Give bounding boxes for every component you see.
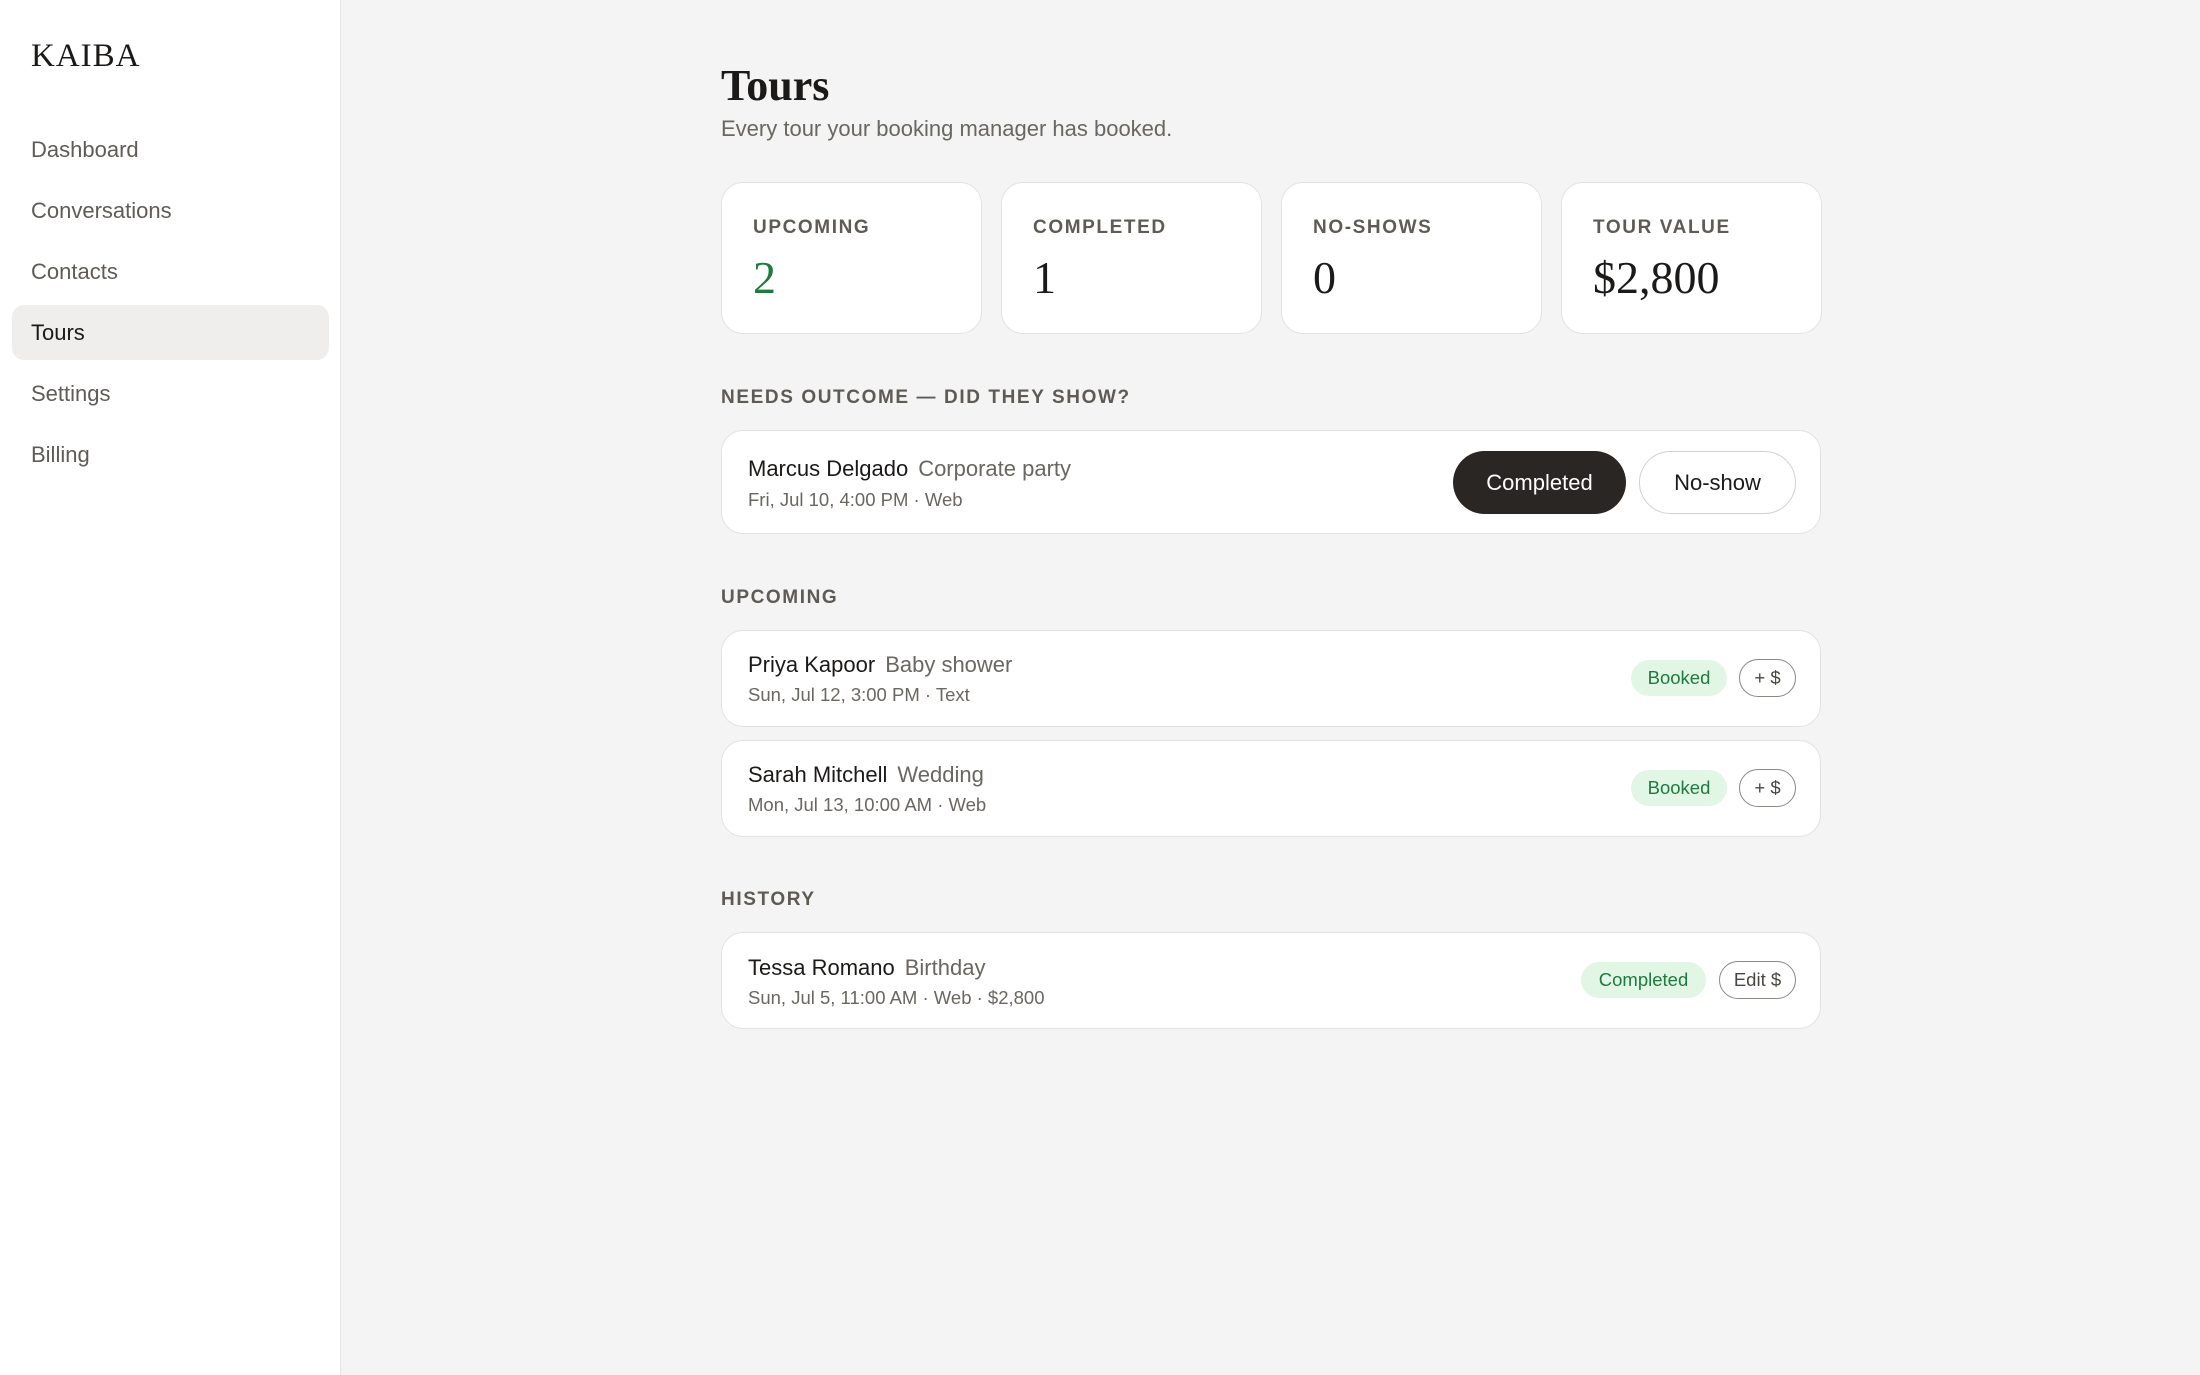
tour-meta: Fri, Jul 10, 4:00 PM · Web: [748, 489, 963, 510]
brand-logo: KAIBA: [31, 38, 141, 74]
section-label-needs-outcome: NEEDS OUTCOME — DID THEY SHOW?: [721, 387, 1131, 408]
add-value-button[interactable]: + $: [1739, 769, 1796, 807]
tour-guest-name: Priya Kapoor: [748, 652, 876, 677]
sidebar-item-tours[interactable]: Tours: [12, 305, 329, 360]
sidebar-nav: Dashboard Conversations Contacts Tours S…: [12, 122, 329, 488]
page-title: Tours: [721, 61, 830, 110]
tour-event-type: Baby shower: [885, 652, 1013, 677]
status-badge: Booked: [1631, 770, 1727, 806]
tour-meta: Sun, Jul 5, 11:00 AM · Web · $2,800: [748, 987, 1045, 1008]
outcome-card: Marcus Delgado Corporate party Fri, Jul 1…: [721, 430, 1821, 534]
stat-label: NO-SHOWS: [1313, 217, 1433, 238]
stat-card-completed: COMPLETED 1: [1001, 182, 1262, 334]
tour-name-line: Marcus Delgado Corporate party: [748, 456, 1071, 482]
stats-row: UPCOMING 2 COMPLETED 1 NO-SHOWS 0 TOUR V…: [721, 182, 1822, 334]
tour-guest-name: Tessa Romano: [748, 955, 895, 980]
tour-name-line: Priya Kapoor Baby shower: [748, 652, 1012, 678]
status-badge: Completed: [1581, 962, 1706, 998]
list-item[interactable]: Sarah Mitchell Wedding Mon, Jul 13, 10:00…: [721, 740, 1821, 837]
sidebar-item-contacts[interactable]: Contacts: [12, 244, 329, 299]
sidebar-item-dashboard[interactable]: Dashboard: [12, 122, 329, 177]
tour-meta: Sun, Jul 12, 3:00 PM · Text: [748, 684, 970, 705]
mark-completed-button[interactable]: Completed: [1453, 451, 1626, 514]
tour-event-type: Corporate party: [918, 456, 1072, 481]
stat-label: COMPLETED: [1033, 217, 1167, 238]
tour-event-type: Wedding: [897, 762, 984, 787]
tour-name-line: Sarah Mitchell Wedding: [748, 762, 984, 788]
section-label-history: HISTORY: [721, 889, 816, 910]
tour-name-line: Tessa Romano Birthday: [748, 955, 985, 981]
stat-card-upcoming: UPCOMING 2: [721, 182, 982, 334]
stat-value: 0: [1313, 252, 1336, 303]
stat-label: UPCOMING: [753, 217, 871, 238]
stat-value: 1: [1033, 252, 1056, 303]
page-subtitle: Every tour your booking manager has book…: [721, 116, 1173, 141]
tour-guest-name: Sarah Mitchell: [748, 762, 888, 787]
stat-card-no-shows: NO-SHOWS 0: [1281, 182, 1542, 334]
section-label-upcoming: UPCOMING: [721, 587, 839, 608]
tour-meta: Mon, Jul 13, 10:00 AM · Web: [748, 794, 987, 815]
sidebar-item-billing[interactable]: Billing: [12, 427, 329, 482]
sidebar-item-conversations[interactable]: Conversations: [12, 183, 329, 238]
stat-value: $2,800: [1593, 252, 1720, 303]
stat-card-tour-value: TOUR VALUE $2,800: [1561, 182, 1822, 334]
list-item[interactable]: Priya Kapoor Baby shower Sun, Jul 12, 3:0…: [721, 630, 1821, 727]
stat-value: 2: [753, 252, 776, 303]
stat-label: TOUR VALUE: [1593, 217, 1731, 238]
edit-value-button[interactable]: Edit $: [1719, 961, 1796, 999]
status-badge: Booked: [1631, 660, 1727, 696]
sidebar: KAIBA Dashboard Conversations Contacts T…: [0, 0, 341, 1375]
tour-event-type: Birthday: [904, 955, 986, 980]
mark-no-show-button[interactable]: No-show: [1639, 451, 1796, 514]
sidebar-item-settings[interactable]: Settings: [12, 366, 329, 421]
list-item[interactable]: Tessa Romano Birthday Sun, Jul 5, 11:00 A…: [721, 932, 1821, 1029]
add-value-button[interactable]: + $: [1739, 659, 1796, 697]
tour-guest-name: Marcus Delgado: [748, 456, 909, 481]
